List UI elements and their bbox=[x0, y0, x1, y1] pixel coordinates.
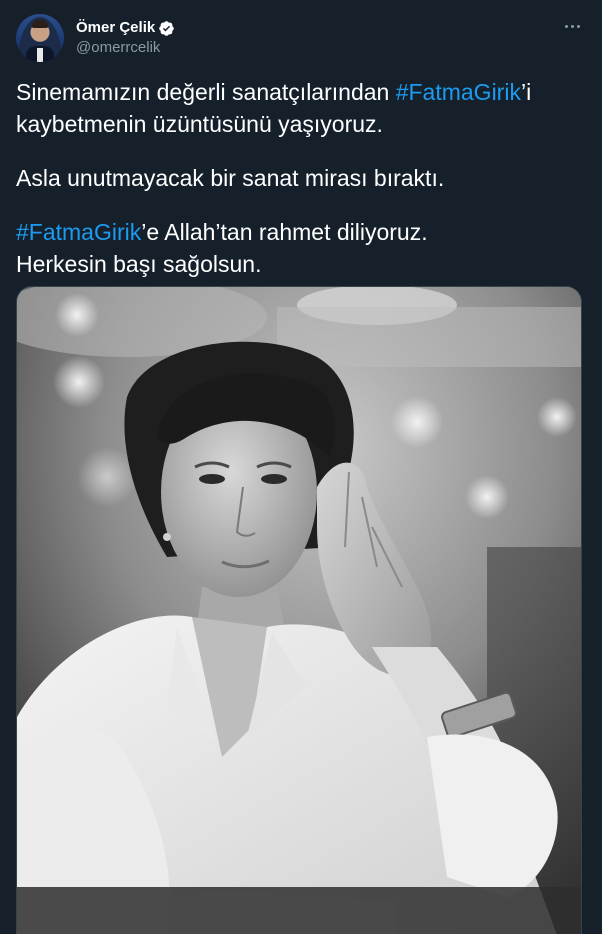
portrait-photo-image bbox=[17, 287, 581, 934]
verified-badge-icon bbox=[159, 20, 174, 36]
tweet-text-line-1: Sinemamızın değerli sanatçılarından #Fat… bbox=[16, 76, 586, 108]
hashtag-link[interactable]: #FatmaGirik bbox=[16, 219, 141, 245]
avatar-hair bbox=[32, 20, 48, 28]
tweet-card: Ömer Çelik @omerrcelik Sinemamızın değer… bbox=[0, 0, 602, 934]
author-handle[interactable]: @omerrcelik bbox=[76, 38, 175, 58]
text-segment: ’e Allah’tan rahmet diliyoruz. bbox=[141, 219, 428, 245]
text-segment: ’i bbox=[520, 79, 532, 105]
author-name-row: Ömer Çelik bbox=[76, 18, 175, 38]
more-dot-2 bbox=[570, 24, 574, 28]
tweet-text-line-2: kaybetmenin üzüntüsünü yaşıyoruz. bbox=[16, 111, 383, 137]
tweet-photo[interactable] bbox=[16, 286, 582, 934]
more-dot-1 bbox=[564, 24, 568, 28]
author-names: Ömer Çelik @omerrcelik bbox=[76, 18, 175, 58]
author-avatar[interactable] bbox=[16, 14, 64, 62]
more-dot-3 bbox=[576, 24, 580, 28]
more-horizontal-icon[interactable] bbox=[562, 16, 582, 36]
tweet-text: Sinemamızın değerli sanatçılarından #Fat… bbox=[16, 76, 586, 280]
author-name[interactable]: Ömer Çelik bbox=[76, 18, 155, 38]
hashtag-link[interactable]: #FatmaGirik bbox=[396, 79, 521, 105]
text-segment: Sinemamızın değerli sanatçılarından bbox=[16, 79, 396, 105]
tweet-header: Ömer Çelik @omerrcelik bbox=[16, 13, 175, 63]
tweet-text-line-5: Herkesin başı sağolsun. bbox=[16, 251, 262, 277]
avatar-shirt bbox=[37, 48, 43, 62]
tweet-text-line-3: Asla unutmayacak bir sanat mirası bırakt… bbox=[16, 165, 445, 191]
tweet-text-line-4: #FatmaGirik’e Allah’tan rahmet diliyoruz… bbox=[16, 216, 586, 248]
